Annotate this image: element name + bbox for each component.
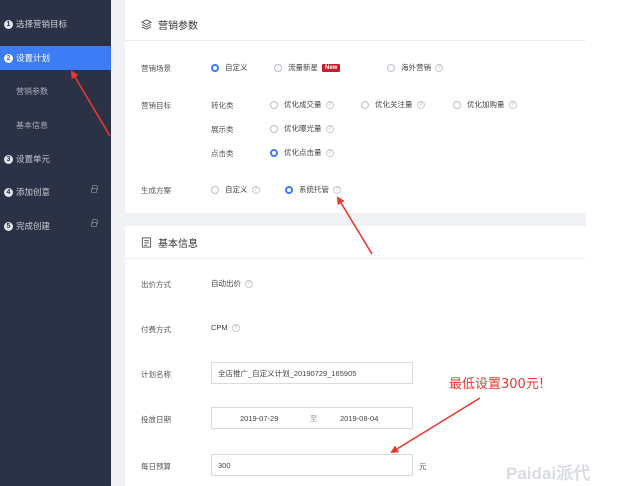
option-label: 流量新星 [288, 63, 318, 72]
lock-icon [91, 185, 98, 193]
step-number: 4 [4, 187, 13, 197]
help-icon[interactable]: ? [325, 124, 334, 133]
radio-icon [270, 100, 278, 109]
radio-icon [211, 185, 219, 194]
step-finish-create[interactable]: 5 完成创建 [0, 214, 111, 238]
step-label: 添加创意 [16, 187, 51, 197]
radio-selected-icon [211, 63, 219, 72]
budget-input[interactable]: 300 [211, 454, 413, 476]
option-label: 自定义 [225, 185, 248, 194]
watermark-logo: Paidai派代 [506, 464, 591, 483]
help-icon[interactable]: ? [231, 323, 240, 332]
help-icon[interactable]: ? [435, 63, 443, 72]
scene-label: 营销场景 [141, 64, 171, 73]
scene-option-overseas[interactable]: 海外营销 ? [387, 62, 443, 73]
option-label: 优化点击量 [284, 148, 322, 157]
plan-label: 生成方案 [141, 186, 171, 195]
budget-unit: 元 [419, 462, 427, 471]
sidebar: 1 选择营销目标 2 设置计划 营销参数 基本信息 3 设置单元 4 添加创意 … [0, 0, 111, 486]
pay-label: 付费方式 [141, 325, 171, 334]
date-start[interactable]: 2019-07-29 [240, 414, 278, 423]
radio-icon [453, 100, 461, 109]
help-icon[interactable]: ? [416, 100, 425, 109]
option-label: 优化关注量 [375, 100, 413, 109]
step-label: 设置单元 [16, 154, 51, 164]
step-label: 设置计划 [16, 53, 51, 63]
step-set-plan[interactable]: 2 设置计划 [0, 46, 111, 70]
page-gutter [111, 0, 125, 486]
option-label: 系统托管 [299, 185, 329, 194]
option-label: 优化加购量 [467, 100, 505, 109]
goal-group-display: 展示类 [211, 125, 234, 134]
radio-icon [274, 63, 282, 72]
date-range-picker[interactable]: 2019-07-29 至 2019-08-04 [211, 407, 413, 429]
step-select-goal[interactable]: 1 选择营销目标 [0, 12, 111, 36]
goal-option-clicks[interactable]: 优化点击量 ? [270, 147, 334, 158]
goal-group-click: 点击类 [211, 149, 234, 158]
option-label: 优化曝光量 [284, 124, 322, 133]
goal-label: 营销目标 [141, 101, 171, 110]
radio-icon [361, 100, 369, 109]
help-icon[interactable]: ? [251, 185, 260, 194]
radio-selected-icon [270, 148, 278, 157]
substep-basic-info[interactable]: 基本信息 [0, 114, 111, 136]
help-icon[interactable]: ? [325, 100, 334, 109]
budget-label: 每日预算 [141, 462, 171, 471]
step-number: 2 [4, 53, 13, 63]
lock-icon [91, 219, 98, 227]
help-icon[interactable]: ? [245, 279, 253, 288]
pay-text: CPM [211, 323, 228, 332]
bid-value: 自动出价 ? [211, 278, 253, 289]
radio-icon [270, 124, 278, 133]
date-end[interactable]: 2019-08-04 [340, 414, 378, 423]
goal-option-follows[interactable]: 优化关注量 ? [361, 99, 425, 110]
annotation-min-budget: 最低设置300元! [449, 377, 545, 392]
step-label: 选择营销目标 [16, 19, 68, 29]
step-set-unit[interactable]: 3 设置单元 [0, 147, 111, 171]
bid-label: 出价方式 [141, 280, 171, 289]
plan-option-custom[interactable]: 自定义 ? [211, 184, 260, 195]
scene-option-custom[interactable]: 自定义 [211, 62, 248, 73]
date-label: 投放日期 [141, 415, 171, 424]
radio-icon [387, 63, 395, 72]
substep-label: 基本信息 [16, 120, 48, 130]
plan-name-label: 计划名称 [141, 370, 171, 379]
card-title: 营销参数 [158, 20, 198, 32]
card-header: 营销参数 [125, 8, 586, 41]
marketing-params-card: 营销参数 营销场景 自定义 流量新星 New 海外营销 ? 营销目标 转化类 优… [125, 8, 586, 213]
scene-option-traffic-star[interactable]: 流量新星 New [274, 62, 341, 73]
step-label: 完成创建 [16, 221, 51, 231]
new-badge: New [322, 63, 341, 72]
option-label: 自定义 [225, 63, 248, 72]
date-separator: 至 [310, 413, 318, 423]
goal-option-exposure[interactable]: 优化曝光量 ? [270, 123, 334, 134]
goal-option-deals[interactable]: 优化成交量 ? [270, 99, 334, 110]
plan-option-system-managed[interactable]: 系统托管 ? [285, 184, 341, 195]
bid-text: 自动出价 [211, 279, 241, 288]
help-icon[interactable]: ? [333, 185, 341, 194]
step-add-creative[interactable]: 4 添加创意 [0, 180, 111, 204]
option-label: 优化成交量 [284, 100, 322, 109]
plan-name-input[interactable]: 全店推广_自定义计划_20190729_165905 [211, 362, 413, 384]
step-number: 3 [4, 154, 13, 164]
page-right-margin [586, 0, 619, 486]
substep-label: 营销参数 [16, 86, 48, 96]
layers-icon [141, 18, 152, 30]
section-gap [111, 213, 586, 226]
document-icon [141, 236, 152, 248]
basic-info-card: 基本信息 出价方式 自动出价 ? 付费方式 CPM ? 计划名称 全店推广_自定… [125, 226, 586, 486]
card-title: 基本信息 [158, 238, 198, 250]
goal-group-conversion: 转化类 [211, 101, 234, 110]
step-number: 1 [4, 19, 13, 29]
step-number: 5 [4, 221, 13, 231]
help-icon[interactable]: ? [508, 100, 517, 109]
option-label: 海外营销 [401, 63, 431, 72]
help-icon[interactable]: ? [325, 148, 334, 157]
card-header: 基本信息 [125, 226, 586, 259]
goal-option-add-to-cart[interactable]: 优化加购量 ? [453, 99, 517, 110]
radio-selected-icon [285, 185, 293, 194]
pay-value: CPM ? [211, 323, 240, 332]
substep-marketing-params[interactable]: 营销参数 [0, 80, 111, 102]
